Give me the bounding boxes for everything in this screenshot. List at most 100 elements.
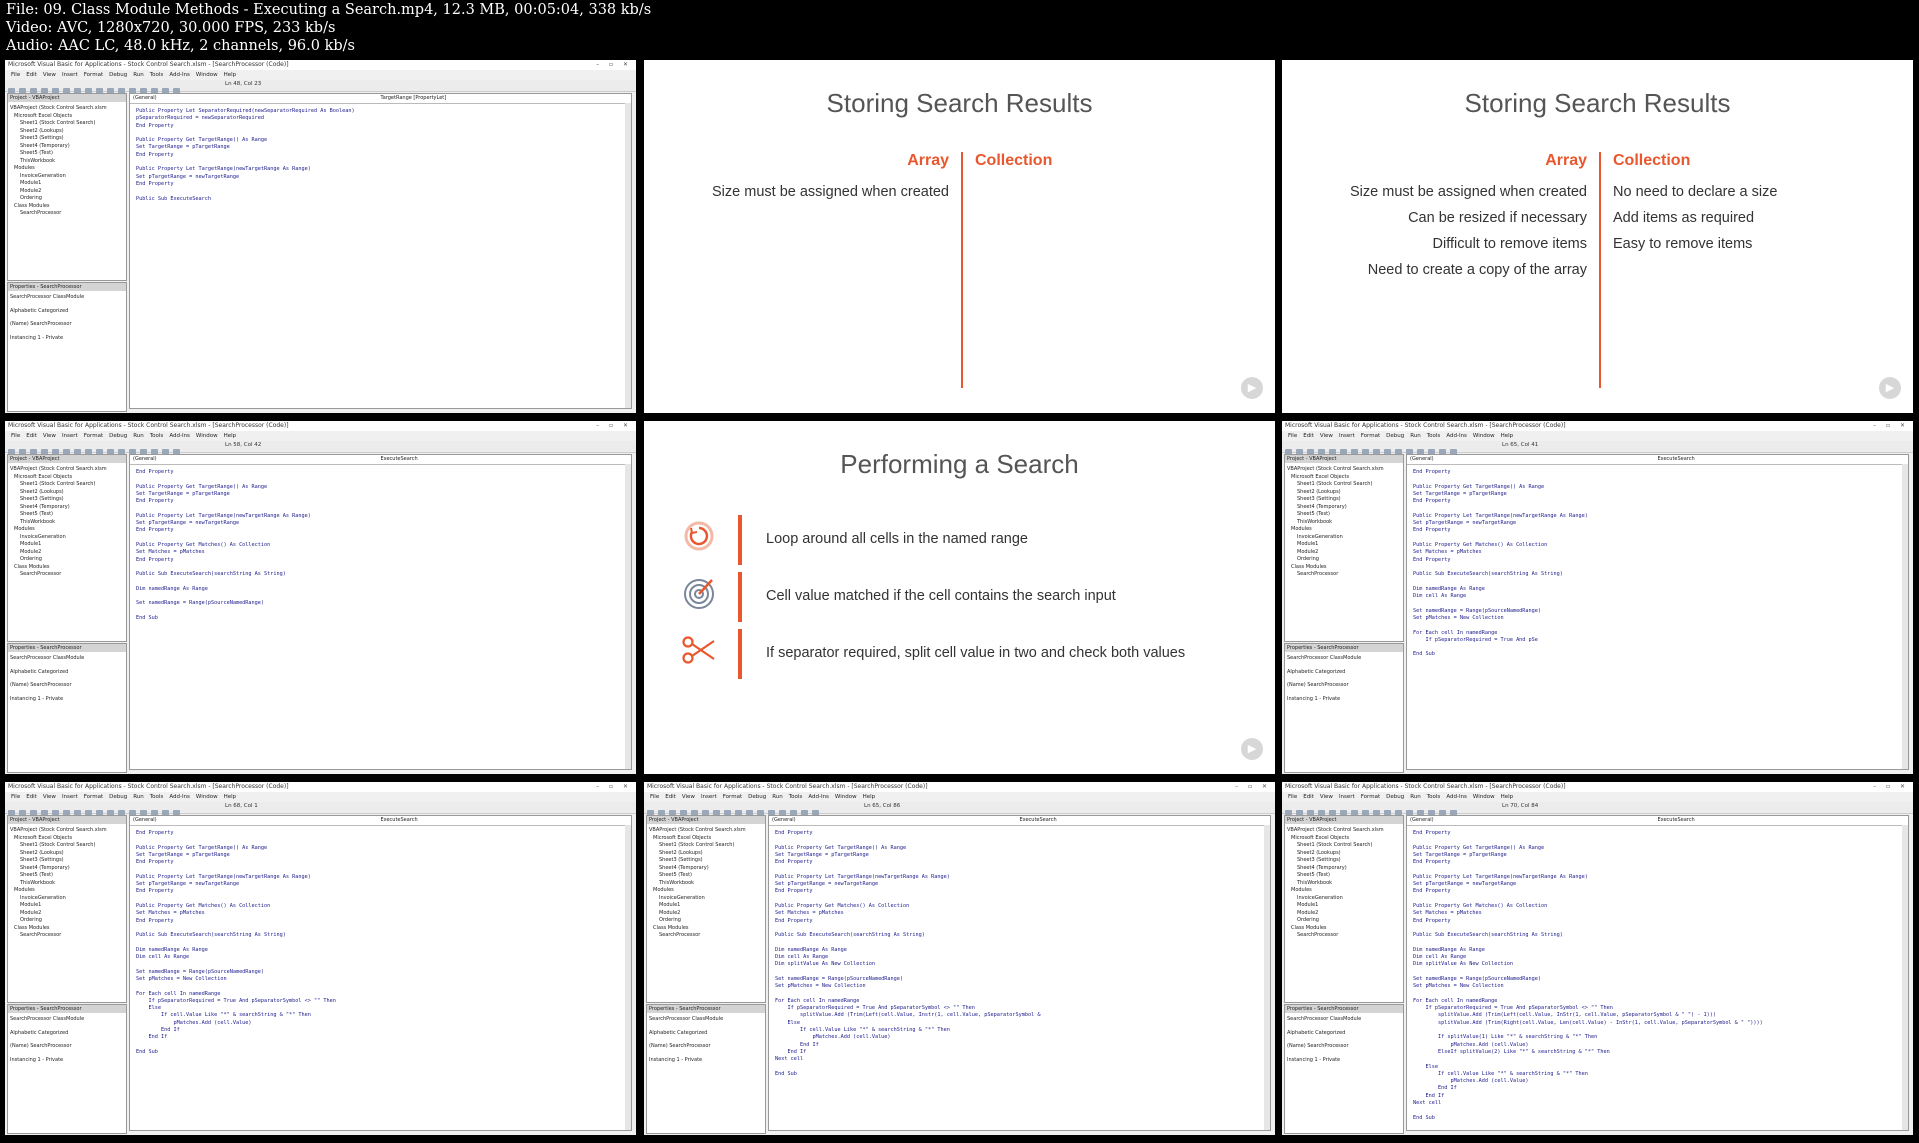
tree-item[interactable]: Class Modules	[1287, 564, 1401, 572]
procedure-dropdown[interactable]: TargetRange [PropertyLet]	[381, 94, 447, 103]
object-dropdown[interactable]: (General)	[1410, 816, 1434, 825]
menu-edit[interactable]: Edit	[26, 433, 37, 439]
code-text[interactable]: End Property Public Property Get TargetR…	[130, 465, 631, 626]
menu-bar[interactable]: File Edit View Insert Format Debug Run Tools Add…	[1282, 792, 1913, 802]
menu-format[interactable]: Format	[1361, 433, 1380, 439]
procedure-dropdown[interactable]: ExecuteSearch	[381, 455, 418, 464]
menu-bar[interactable]: File Edit View Insert Format Debug Run Tools Add…	[5, 792, 636, 802]
properties-tabs[interactable]: Alphabetic Categorized	[8, 1027, 126, 1041]
editor-tile-1[interactable]: Microsoft Visual Basic for Applications …	[5, 60, 636, 413]
editor-tile-2[interactable]: Microsoft Visual Basic for Applications …	[5, 421, 636, 774]
project-explorer[interactable]: Project - VBAProject VBAProject (Stock C…	[1284, 815, 1404, 1003]
toolbar[interactable]: Ln 58, Col 42	[5, 441, 636, 456]
tree-item[interactable]: Microsoft Excel Objects	[10, 474, 124, 482]
menu-file[interactable]: File	[650, 794, 659, 800]
menu-tools[interactable]: Tools	[789, 794, 803, 800]
code-scrollbar[interactable]	[625, 825, 631, 1130]
property-row[interactable]: Instancing 1 - Private	[8, 1054, 126, 1068]
menu-view[interactable]: View	[43, 72, 56, 78]
properties-window[interactable]: Properties - SearchProcessor SearchProce…	[7, 282, 127, 412]
tree-item[interactable]: Sheet1 (Stock Control Search)	[1287, 842, 1401, 850]
tree-item[interactable]: SearchProcessor	[649, 932, 763, 940]
properties-tabs[interactable]: Alphabetic Categorized	[1285, 1027, 1403, 1041]
tree-item[interactable]: ThisWorkbook	[10, 158, 124, 166]
tree-item[interactable]: Sheet5 (Test)	[10, 150, 124, 158]
properties-object-select[interactable]: SearchProcessor ClassModule	[1285, 1013, 1403, 1027]
tree-item[interactable]: Module2	[10, 910, 124, 918]
procedure-dropdown[interactable]: ExecuteSearch	[381, 816, 418, 825]
menu-addins[interactable]: Add-Ins	[808, 794, 829, 800]
menu-tools[interactable]: Tools	[1427, 433, 1441, 439]
properties-tabs[interactable]: Alphabetic Categorized	[8, 305, 126, 319]
project-explorer[interactable]: Project - VBAProject VBAProject (Stock C…	[7, 815, 127, 1003]
menu-run[interactable]: Run	[1410, 794, 1421, 800]
tree-item[interactable]: SearchProcessor	[10, 571, 124, 579]
tree-item[interactable]: SearchProcessor	[1287, 932, 1401, 940]
menu-format[interactable]: Format	[84, 433, 103, 439]
project-explorer[interactable]: Project - VBAProject VBAProject (Stock C…	[646, 815, 766, 1003]
project-tree[interactable]: VBAProject (Stock Control Search.xlsm Mi…	[8, 463, 126, 582]
menu-file[interactable]: File	[1288, 433, 1297, 439]
tree-item[interactable]: Sheet1 (Stock Control Search)	[1287, 481, 1401, 489]
property-row[interactable]: (Name) SearchProcessor	[647, 1040, 765, 1054]
tree-item[interactable]: Microsoft Excel Objects	[649, 835, 763, 843]
menu-format[interactable]: Format	[84, 794, 103, 800]
tree-item[interactable]: Module1	[1287, 902, 1401, 910]
window-controls[interactable]: – ▫ ✕	[1873, 782, 1909, 792]
procedure-dropdown[interactable]: ExecuteSearch	[1658, 455, 1695, 464]
tree-item[interactable]: Sheet5 (Test)	[1287, 511, 1401, 519]
menu-edit[interactable]: Edit	[26, 794, 37, 800]
menu-format[interactable]: Format	[723, 794, 742, 800]
code-dropdowns[interactable]: (General) ExecuteSearch	[130, 455, 631, 465]
tree-item[interactable]: Ordering	[649, 917, 763, 925]
menu-window[interactable]: Window	[835, 794, 857, 800]
properties-tabs[interactable]: Alphabetic Categorized	[8, 666, 126, 680]
project-tree[interactable]: VBAProject (Stock Control Search.xlsm Mi…	[8, 824, 126, 943]
window-controls[interactable]: – ▫ ✕	[1235, 782, 1271, 792]
menu-format[interactable]: Format	[84, 72, 103, 78]
project-explorer[interactable]: Project - VBAProject VBAProject (Stock C…	[7, 454, 127, 642]
property-row[interactable]: (Name) SearchProcessor	[1285, 1040, 1403, 1054]
tree-item[interactable]: Sheet5 (Test)	[1287, 872, 1401, 880]
tree-item[interactable]: Class Modules	[10, 203, 124, 211]
tree-item[interactable]: Module2	[649, 910, 763, 918]
tree-item[interactable]: VBAProject (Stock Control Search.xlsm	[10, 827, 124, 835]
editor-tile-6[interactable]: Microsoft Visual Basic for Applications …	[1282, 782, 1913, 1135]
tree-item[interactable]: Sheet3 (Settings)	[1287, 857, 1401, 865]
tree-item[interactable]: Sheet4 (Temporary)	[1287, 504, 1401, 512]
code-dropdowns[interactable]: (General) TargetRange [PropertyLet]	[130, 94, 631, 104]
code-text[interactable]: Public Property Let SeparatorRequired(ne…	[130, 104, 631, 207]
editor-tile-3[interactable]: Microsoft Visual Basic for Applications …	[1282, 421, 1913, 774]
menu-window[interactable]: Window	[1473, 433, 1495, 439]
menu-addins[interactable]: Add-Ins	[169, 433, 190, 439]
tree-item[interactable]: Sheet3 (Settings)	[10, 857, 124, 865]
tree-item[interactable]: Class Modules	[649, 925, 763, 933]
menu-addins[interactable]: Add-Ins	[1446, 433, 1467, 439]
properties-window[interactable]: Properties - SearchProcessor SearchProce…	[1284, 643, 1404, 773]
tree-item[interactable]: Microsoft Excel Objects	[10, 113, 124, 121]
code-dropdowns[interactable]: (General) ExecuteSearch	[1407, 455, 1908, 465]
toolbar[interactable]: Ln 65, Col 86	[644, 802, 1275, 817]
tree-item[interactable]: ThisWorkbook	[1287, 880, 1401, 888]
properties-window[interactable]: Properties - SearchProcessor SearchProce…	[646, 1004, 766, 1134]
code-scrollbar[interactable]	[1902, 825, 1908, 1130]
tree-item[interactable]: InvoiceGeneration	[1287, 895, 1401, 903]
tree-item[interactable]: Modules	[649, 887, 763, 895]
menu-debug[interactable]: Debug	[1386, 433, 1404, 439]
code-dropdowns[interactable]: (General) ExecuteSearch	[1407, 816, 1908, 826]
tree-item[interactable]: Modules	[10, 526, 124, 534]
menu-window[interactable]: Window	[1473, 794, 1495, 800]
menu-insert[interactable]: Insert	[1339, 794, 1355, 800]
tree-item[interactable]: Microsoft Excel Objects	[1287, 835, 1401, 843]
property-row[interactable]: (Name) SearchProcessor	[8, 1040, 126, 1054]
menu-debug[interactable]: Debug	[109, 72, 127, 78]
code-dropdowns[interactable]: (General) ExecuteSearch	[130, 816, 631, 826]
tree-item[interactable]: InvoiceGeneration	[649, 895, 763, 903]
tree-item[interactable]: InvoiceGeneration	[1287, 534, 1401, 542]
menu-edit[interactable]: Edit	[26, 72, 37, 78]
menu-debug[interactable]: Debug	[109, 794, 127, 800]
property-row[interactable]: (Name) SearchProcessor	[8, 679, 126, 693]
menu-tools[interactable]: Tools	[150, 794, 164, 800]
tree-item[interactable]: SearchProcessor	[10, 210, 124, 218]
tree-item[interactable]: Sheet2 (Lookups)	[10, 850, 124, 858]
